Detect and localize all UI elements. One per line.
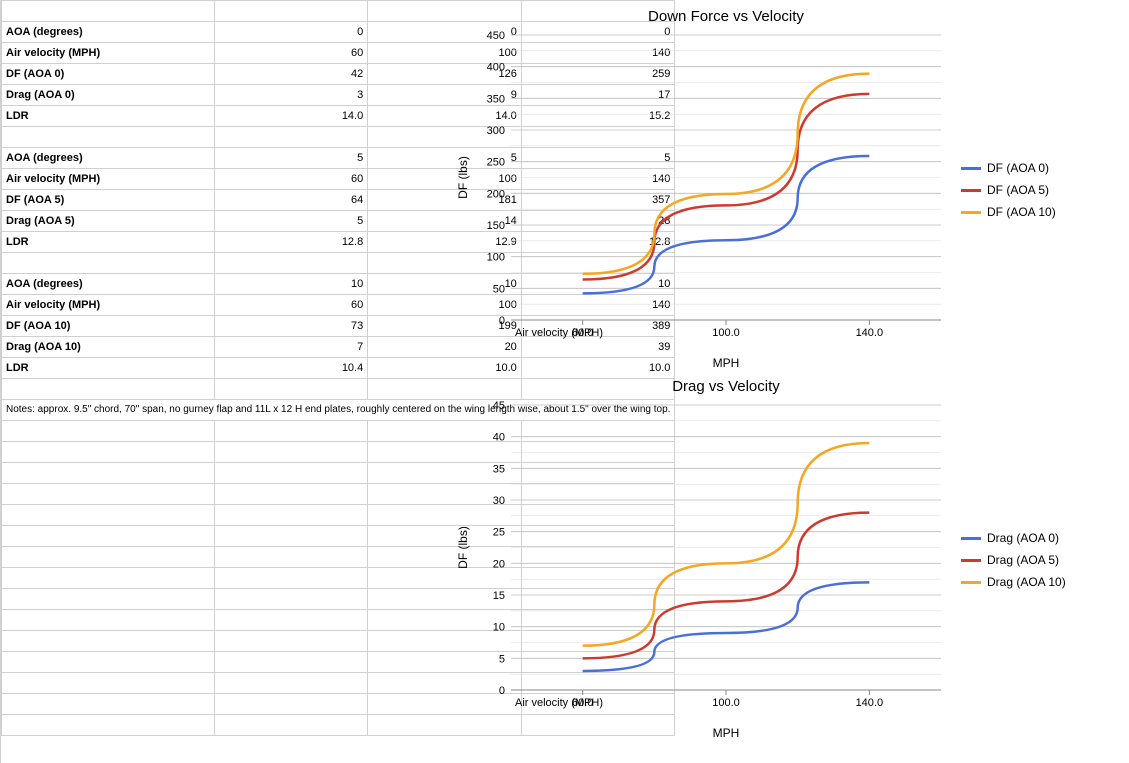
row-label: Air velocity (MPH) (2, 295, 215, 316)
cell[interactable]: 5 (214, 148, 368, 169)
data-table-panel: AOA (degrees)000Air velocity (MPH)601001… (0, 0, 441, 763)
legend-swatch (961, 559, 981, 562)
cell[interactable]: 7 (214, 337, 368, 358)
y-tick: 300 (487, 125, 505, 137)
y-axis-label: DF (lbs) (456, 526, 470, 569)
x-axis-label: MPH (713, 356, 740, 370)
y-axis-label: DF (lbs) (456, 156, 470, 199)
cell[interactable]: 42 (214, 64, 368, 85)
legend-item: Drag (AOA 0) (961, 531, 1066, 545)
legend-label: DF (AOA 10) (987, 205, 1056, 219)
legend-label: DF (AOA 5) (987, 183, 1049, 197)
cell[interactable]: 60 (214, 169, 368, 190)
legend-label: Drag (AOA 0) (987, 531, 1059, 545)
series-line (583, 443, 870, 646)
y-tick: 350 (487, 93, 505, 105)
y-tick: 15 (493, 590, 505, 602)
row-label: DF (AOA 5) (2, 190, 215, 211)
x-tick: 140.0 (856, 327, 884, 339)
cell[interactable]: 73 (214, 316, 368, 337)
legend-swatch (961, 167, 981, 170)
y-tick: 50 (493, 283, 505, 295)
series-line (583, 74, 870, 274)
row-label: Drag (AOA 10) (2, 337, 215, 358)
row-label: Air velocity (MPH) (2, 43, 215, 64)
chart-downforce: Down Force vs Velocity 0 50 100 150 200 250 300… (451, 5, 1119, 375)
cell[interactable]: 10.4 (214, 358, 368, 379)
x-tick: 100.0 (712, 697, 740, 709)
series-line (583, 94, 870, 280)
x-tick: 100.0 (712, 327, 740, 339)
legend-label: Drag (AOA 10) (987, 575, 1066, 589)
y-tick: 450 (487, 30, 505, 42)
row-label: Drag (AOA 5) (2, 211, 215, 232)
y-tick: 35 (493, 463, 505, 475)
x-tick: 60.0 (572, 327, 593, 339)
y-tick: 200 (487, 188, 505, 200)
y-tick: 20 (493, 558, 505, 570)
cell[interactable]: 60 (214, 295, 368, 316)
row-label: Air velocity (MPH) (2, 169, 215, 190)
row-label: AOA (degrees) (2, 22, 215, 43)
x-tick: 60.0 (572, 697, 593, 709)
y-tick: 100 (487, 252, 505, 264)
legend-label: Drag (AOA 5) (987, 553, 1059, 567)
chart-title: Drag vs Velocity (672, 378, 780, 395)
row-label: AOA (degrees) (2, 274, 215, 295)
cell[interactable]: 14.0 (214, 106, 368, 127)
chart-title: Down Force vs Velocity (648, 8, 804, 25)
legend-swatch (961, 189, 981, 192)
legend-swatch (961, 211, 981, 214)
cell[interactable]: 64 (214, 190, 368, 211)
chart-downforce-svg: Down Force vs Velocity 0 50 100 150 200 250 300… (451, 5, 951, 375)
cell[interactable]: 3 (214, 85, 368, 106)
y-tick: 10 (493, 622, 505, 634)
cell[interactable]: 0 (214, 22, 368, 43)
spreadsheet-view: AOA (degrees)000Air velocity (MPH)601001… (0, 0, 1129, 763)
cell[interactable]: 12.8 (214, 232, 368, 253)
y-tick: 250 (487, 157, 505, 169)
legend-item: DF (AOA 0) (961, 161, 1056, 175)
x-axis-label: MPH (713, 726, 740, 740)
chart-drag-legend: Drag (AOA 0) Drag (AOA 5) Drag (AOA 10) (951, 375, 1066, 745)
y-tick: 30 (493, 495, 505, 507)
legend-item: DF (AOA 10) (961, 205, 1056, 219)
row-label: AOA (degrees) (2, 148, 215, 169)
y-tick: 150 (487, 220, 505, 232)
row-label: Drag (AOA 0) (2, 85, 215, 106)
row-label: DF (AOA 0) (2, 64, 215, 85)
x-tick: 140.0 (856, 697, 884, 709)
y-tick: 40 (493, 432, 505, 444)
row-label: LDR (2, 358, 215, 379)
chart-downforce-legend: DF (AOA 0) DF (AOA 5) DF (AOA 10) (951, 5, 1056, 375)
cell[interactable]: 5 (214, 211, 368, 232)
y-tick: 0 (499, 315, 505, 327)
row-label: LDR (2, 106, 215, 127)
y-tick: 25 (493, 527, 505, 539)
legend-item: DF (AOA 5) (961, 183, 1056, 197)
legend-item: Drag (AOA 5) (961, 553, 1066, 567)
y-tick: 45 (493, 400, 505, 412)
y-tick: 5 (499, 653, 505, 665)
legend-item: Drag (AOA 10) (961, 575, 1066, 589)
chart-drag-svg: Drag vs Velocity051015202530354045Air ve… (451, 375, 951, 745)
legend-swatch (961, 581, 981, 584)
row-label: DF (AOA 10) (2, 316, 215, 337)
y-tick: 0 (499, 685, 505, 697)
cell[interactable]: 10 (214, 274, 368, 295)
cell[interactable]: 60 (214, 43, 368, 64)
chart-drag: Drag vs Velocity051015202530354045Air ve… (451, 375, 1119, 745)
charts-panel: Down Force vs Velocity050100150200250300… (441, 0, 1129, 763)
row-label: LDR (2, 232, 215, 253)
legend-label: DF (AOA 0) (987, 161, 1049, 175)
y-tick: 400 (487, 62, 505, 74)
legend-swatch (961, 537, 981, 540)
